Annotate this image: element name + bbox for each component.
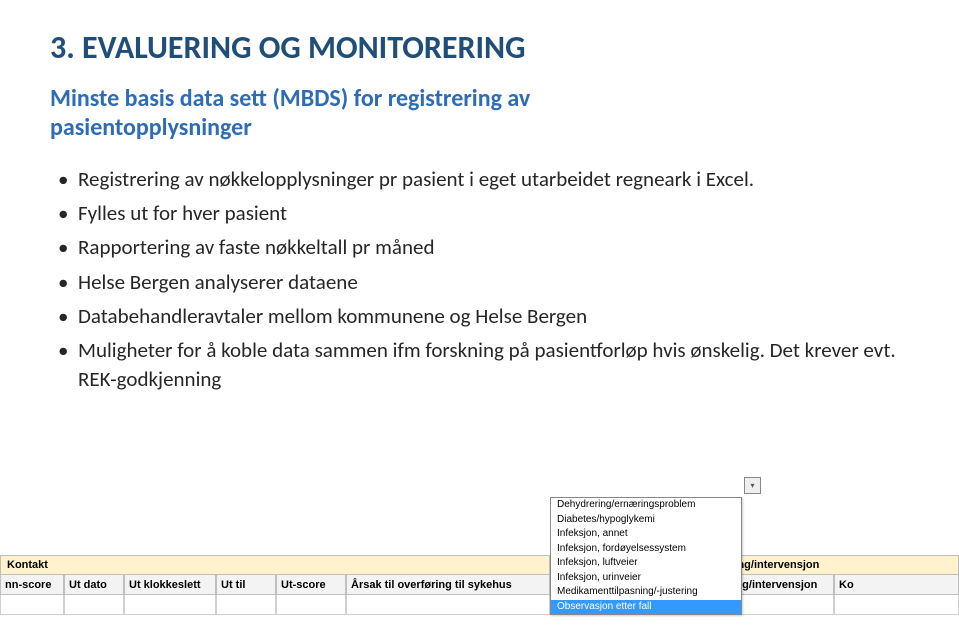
cell[interactable] <box>64 595 124 615</box>
group-header-row: Kontakt Helseproblem Behandling/interven… <box>0 555 959 575</box>
list-item: Databehandleravtaler mellom kommunene og… <box>54 302 909 330</box>
col-nn-score[interactable]: nn-score <box>0 575 64 595</box>
list-item: Fylles ut for hver pasient <box>54 199 909 227</box>
spreadsheet-snippet: Kontakt Helseproblem Behandling/interven… <box>0 555 959 615</box>
dropdown-option[interactable]: Dehydrering/ernæringsproblem <box>551 498 741 513</box>
dropdown-option[interactable]: Infeksjon, fordøyelsessystem <box>551 542 741 557</box>
col-arsak[interactable]: Årsak til overføring til sykehus <box>346 575 550 595</box>
subtitle-line-1: Minste basis data sett (MBDS) for regist… <box>50 84 530 113</box>
dropdown-option[interactable]: Infeksjon, annet <box>551 527 741 542</box>
list-item: Registrering av nøkkelopplysninger pr pa… <box>54 165 909 193</box>
page-title: 3. EVALUERING OG MONITORERING <box>50 28 909 67</box>
cell[interactable] <box>124 595 216 615</box>
list-item: Muligheter for å koble data sammen ifm f… <box>54 336 909 393</box>
list-item: Rapportering av faste nøkkeltall pr måne… <box>54 233 909 261</box>
cell[interactable] <box>0 595 64 615</box>
bullet-list: Registrering av nøkkelopplysninger pr pa… <box>50 165 909 393</box>
dropdown-option-selected[interactable]: Observasjon etter fall <box>551 600 741 615</box>
dropdown-option[interactable]: Medikamenttilpasning/-justering <box>551 585 741 600</box>
dropdown-arrow-icon[interactable]: ▾ <box>744 477 761 494</box>
column-header-row: nn-score Ut dato Ut klokkeslett Ut til U… <box>0 575 959 595</box>
col-partial[interactable]: Ko <box>834 575 959 595</box>
col-ut-klokkeslett[interactable]: Ut klokkeslett <box>124 575 216 595</box>
cell[interactable] <box>216 595 276 615</box>
cell[interactable] <box>276 595 346 615</box>
dropdown: ▾ Dehydrering/ernæringsproblem Diabetes/… <box>550 497 742 615</box>
cell[interactable] <box>834 595 959 615</box>
dropdown-option[interactable]: Infeksjon, luftveier <box>551 556 741 571</box>
dropdown-listbox[interactable]: Dehydrering/ernæringsproblem Diabetes/hy… <box>550 497 742 615</box>
col-ut-til[interactable]: Ut til <box>216 575 276 595</box>
dropdown-option[interactable]: Infeksjon, urinveier <box>551 571 741 586</box>
list-item: Helse Bergen analyserer dataene <box>54 268 909 296</box>
dropdown-option[interactable]: Diabetes/hypoglykemi <box>551 513 741 528</box>
page-subtitle: Minste basis data sett (MBDS) for regist… <box>50 85 909 143</box>
group-kontakt: Kontakt <box>0 555 550 575</box>
cell[interactable] <box>346 595 550 615</box>
col-ut-dato[interactable]: Ut dato <box>64 575 124 595</box>
col-ut-score[interactable]: Ut-score <box>276 575 346 595</box>
subtitle-line-2: pasientopplysninger <box>50 113 252 142</box>
table-row <box>0 595 959 615</box>
